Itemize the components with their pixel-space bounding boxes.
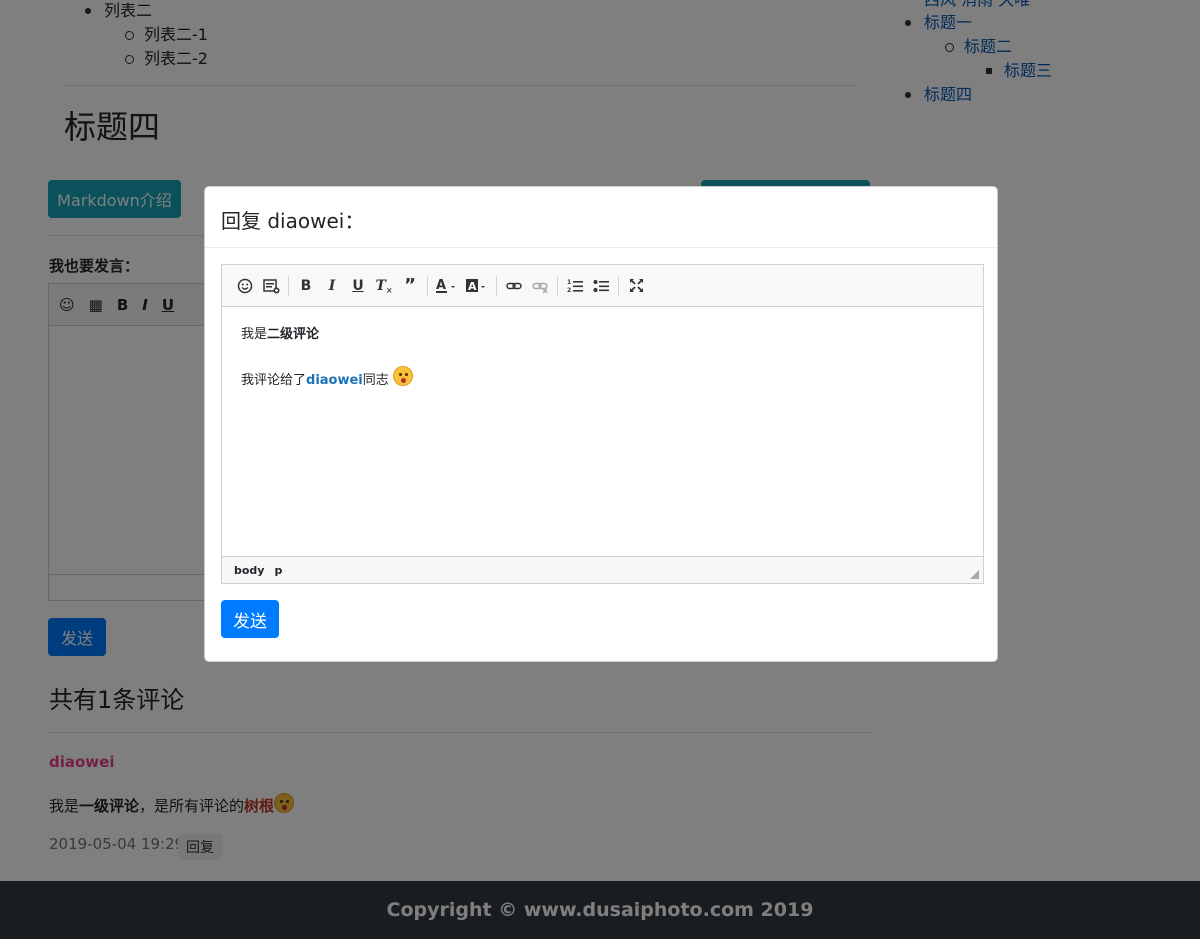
toolbar-separator	[496, 275, 497, 296]
toolbar-separator	[288, 275, 289, 296]
code-snippet-icon[interactable]	[258, 273, 284, 299]
svg-text:A: A	[436, 278, 446, 293]
editor-toolbar: B I U T × ” A A 1 2	[222, 265, 983, 307]
unlink-icon[interactable]	[527, 273, 553, 299]
editor-text: 同志	[362, 373, 389, 388]
svg-text:1: 1	[567, 279, 571, 286]
editor-text: 我评论给了	[241, 373, 307, 388]
toolbar-separator	[618, 275, 619, 296]
editor-link-text[interactable]: diaowei	[306, 373, 363, 388]
surprised-emoji-icon	[392, 366, 413, 386]
smiley-icon[interactable]	[232, 273, 258, 299]
editor-paragraph: 我是二级评论	[241, 325, 964, 345]
editor-text: 我是	[241, 327, 268, 342]
bold-icon[interactable]: B	[293, 273, 319, 299]
toolbar-separator	[557, 275, 558, 296]
italic-icon[interactable]: I	[319, 273, 345, 299]
blockquote-icon[interactable]: ”	[397, 273, 423, 299]
link-icon[interactable]	[501, 273, 527, 299]
editor-paragraph: 我评论给了diaowei同志	[241, 366, 964, 391]
reply-editor: B I U T × ” A A 1 2 我是二级评论 我评论给了diaowei同…	[221, 264, 984, 584]
svg-text:2: 2	[567, 287, 571, 294]
editor-status-bar: body p	[222, 556, 983, 583]
toolbar-separator	[427, 275, 428, 296]
modal-send-button[interactable]: 发送	[221, 600, 279, 638]
underline-icon[interactable]: U	[345, 273, 371, 299]
maximize-icon[interactable]	[623, 273, 649, 299]
editor-content-area[interactable]: 我是二级评论 我评论给了diaowei同志	[222, 307, 983, 556]
text-color-icon[interactable]: A	[432, 273, 462, 299]
remove-format-icon[interactable]: T ×	[371, 273, 397, 299]
resize-handle-icon[interactable]	[970, 570, 979, 579]
reply-modal: 回复 diaowei： B I U T × ” A A 1 2 我是二级评论 我…	[204, 186, 998, 662]
editor-bold-text: 二级评论	[267, 327, 320, 342]
bulleted-list-icon[interactable]	[588, 273, 614, 299]
svg-text:A: A	[468, 280, 477, 293]
modal-body: B I U T × ” A A 1 2 我是二级评论 我评论给了diaowei同…	[205, 248, 997, 654]
status-path-body[interactable]: body	[234, 564, 264, 577]
background-color-icon[interactable]: A	[462, 273, 492, 299]
status-path-p[interactable]: p	[274, 564, 282, 577]
modal-title: 回复 diaowei：	[205, 187, 997, 248]
numbered-list-icon[interactable]: 12	[562, 273, 588, 299]
